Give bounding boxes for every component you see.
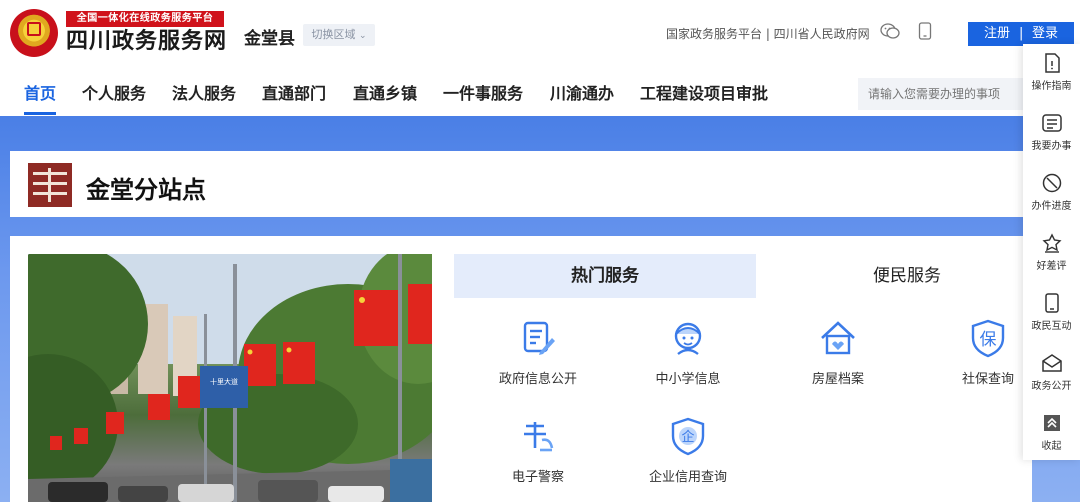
sidebar-item-label: 收起 (1041, 441, 1062, 452)
sidebar-item-apply[interactable]: 我要办事 (1023, 112, 1080, 152)
auth-bar: 注册 | 登录 (968, 22, 1074, 46)
apply-icon (1041, 112, 1063, 134)
nav-item-one-thing[interactable]: 一件事服务 (443, 80, 523, 104)
traffic-police-icon (518, 416, 558, 456)
sidebar-item-gov-open[interactable]: 政务公开 (1023, 352, 1080, 392)
road-sign-text: 十里大道 (210, 377, 238, 386)
service-label: 政府信息公开 (498, 372, 577, 387)
service-label: 中小学信息 (655, 372, 721, 387)
sidebar-item-label: 好差评 (1036, 261, 1067, 272)
wechat-icon[interactable] (880, 22, 900, 44)
sidebar-item-label: 我要办事 (1031, 141, 1072, 152)
service-housing-archive[interactable]: 房屋档案 (778, 318, 898, 387)
platform-badge: 全国一体化在线政务服务平台 (66, 11, 224, 27)
substation-title: 金堂分站点 (86, 176, 206, 204)
street-photo[interactable]: 十里大道 (28, 254, 432, 502)
service-enterprise-credit[interactable]: 企 企业信用查询 (628, 416, 748, 485)
service-label: 房屋档案 (811, 372, 864, 387)
site-header: 全国一体化在线政务服务平台 四川政务服务网 金堂县 切换区域 ⌄ 国家政务服务平… (0, 0, 1080, 70)
collapse-icon (1041, 412, 1063, 434)
svg-text:企: 企 (681, 429, 694, 445)
nav-item-legal-person[interactable]: 法人服务 (172, 80, 236, 104)
floating-sidebar: 操作指南 我要办事 办件进度 好差评 政民互动 政务公开 收起 (1023, 44, 1080, 460)
enterprise-shield-icon: 企 (668, 416, 708, 456)
sidebar-item-rating[interactable]: 好差评 (1023, 232, 1080, 272)
house-icon (818, 318, 858, 358)
document-edit-icon (518, 318, 558, 358)
sidebar-item-interaction[interactable]: 政民互动 (1023, 292, 1080, 332)
top-links[interactable]: 国家政务服务平台 | 四川省人民政府网 (666, 25, 870, 42)
tab-convenience-services[interactable]: 便民服务 (756, 254, 1058, 298)
jintang-logo (28, 163, 72, 207)
service-label: 电子警察 (511, 470, 564, 485)
national-emblem-logo[interactable] (10, 9, 58, 57)
nav-item-construction[interactable]: 工程建设项目审批 (640, 80, 768, 104)
content-card: 十里大道 热门服务 便民服务 政府信息公开 中小学信息 房屋档案 保 社保查询 … (10, 236, 1058, 502)
guide-icon (1041, 52, 1063, 74)
main-nav: 首页 个人服务 法人服务 直通部门 直通乡镇 一件事服务 川渝通办 工程建设项目… (0, 70, 1080, 116)
sidebar-item-progress[interactable]: 办件进度 (1023, 172, 1080, 212)
rating-icon (1041, 232, 1063, 254)
svg-text:保: 保 (980, 330, 997, 350)
progress-icon (1041, 172, 1063, 194)
login-button[interactable]: 登录 (1032, 22, 1058, 46)
auth-divider: | (1019, 26, 1024, 41)
service-e-police[interactable]: 电子警察 (478, 416, 598, 485)
service-gov-info[interactable]: 政府信息公开 (478, 318, 598, 387)
substation-banner: 金堂分站点 (10, 151, 1032, 217)
chevron-down-icon: ⌄ (358, 31, 367, 41)
nav-active-indicator (24, 112, 56, 115)
nav-item-towns[interactable]: 直通乡镇 (353, 80, 417, 104)
nav-item-departments[interactable]: 直通部门 (262, 80, 326, 104)
register-button[interactable]: 注册 (984, 22, 1010, 46)
sidebar-item-label: 政务公开 (1031, 381, 1072, 392)
service-tabs: 热门服务 便民服务 (454, 254, 1058, 298)
sidebar-item-collapse[interactable]: 收起 (1023, 412, 1080, 452)
tab-hot-services[interactable]: 热门服务 (454, 254, 756, 298)
site-name[interactable]: 四川政务服务网 (66, 28, 227, 56)
student-icon (668, 318, 708, 358)
sidebar-item-guide[interactable]: 操作指南 (1023, 52, 1080, 92)
search-input[interactable] (858, 78, 1028, 110)
nav-item-personal[interactable]: 个人服务 (82, 80, 146, 104)
region-switch-label: 切换区域 (311, 28, 356, 41)
mobile-interaction-icon (1041, 292, 1063, 314)
mobile-app-icon[interactable] (918, 22, 932, 44)
county-name: 金堂县 (244, 29, 295, 49)
sidebar-item-label: 操作指南 (1031, 81, 1072, 92)
region-switch-button[interactable]: 切换区域 ⌄ (303, 24, 375, 46)
mail-open-icon (1041, 352, 1063, 374)
nav-item-home[interactable]: 首页 (24, 80, 56, 104)
service-school-info[interactable]: 中小学信息 (628, 318, 748, 387)
sidebar-item-label: 政民互动 (1031, 321, 1072, 332)
shield-bao-icon: 保 (968, 318, 1008, 358)
nav-item-chuanyu[interactable]: 川渝通办 (550, 80, 614, 104)
sidebar-item-label: 办件进度 (1031, 201, 1072, 212)
service-label: 企业信用查询 (648, 470, 727, 485)
